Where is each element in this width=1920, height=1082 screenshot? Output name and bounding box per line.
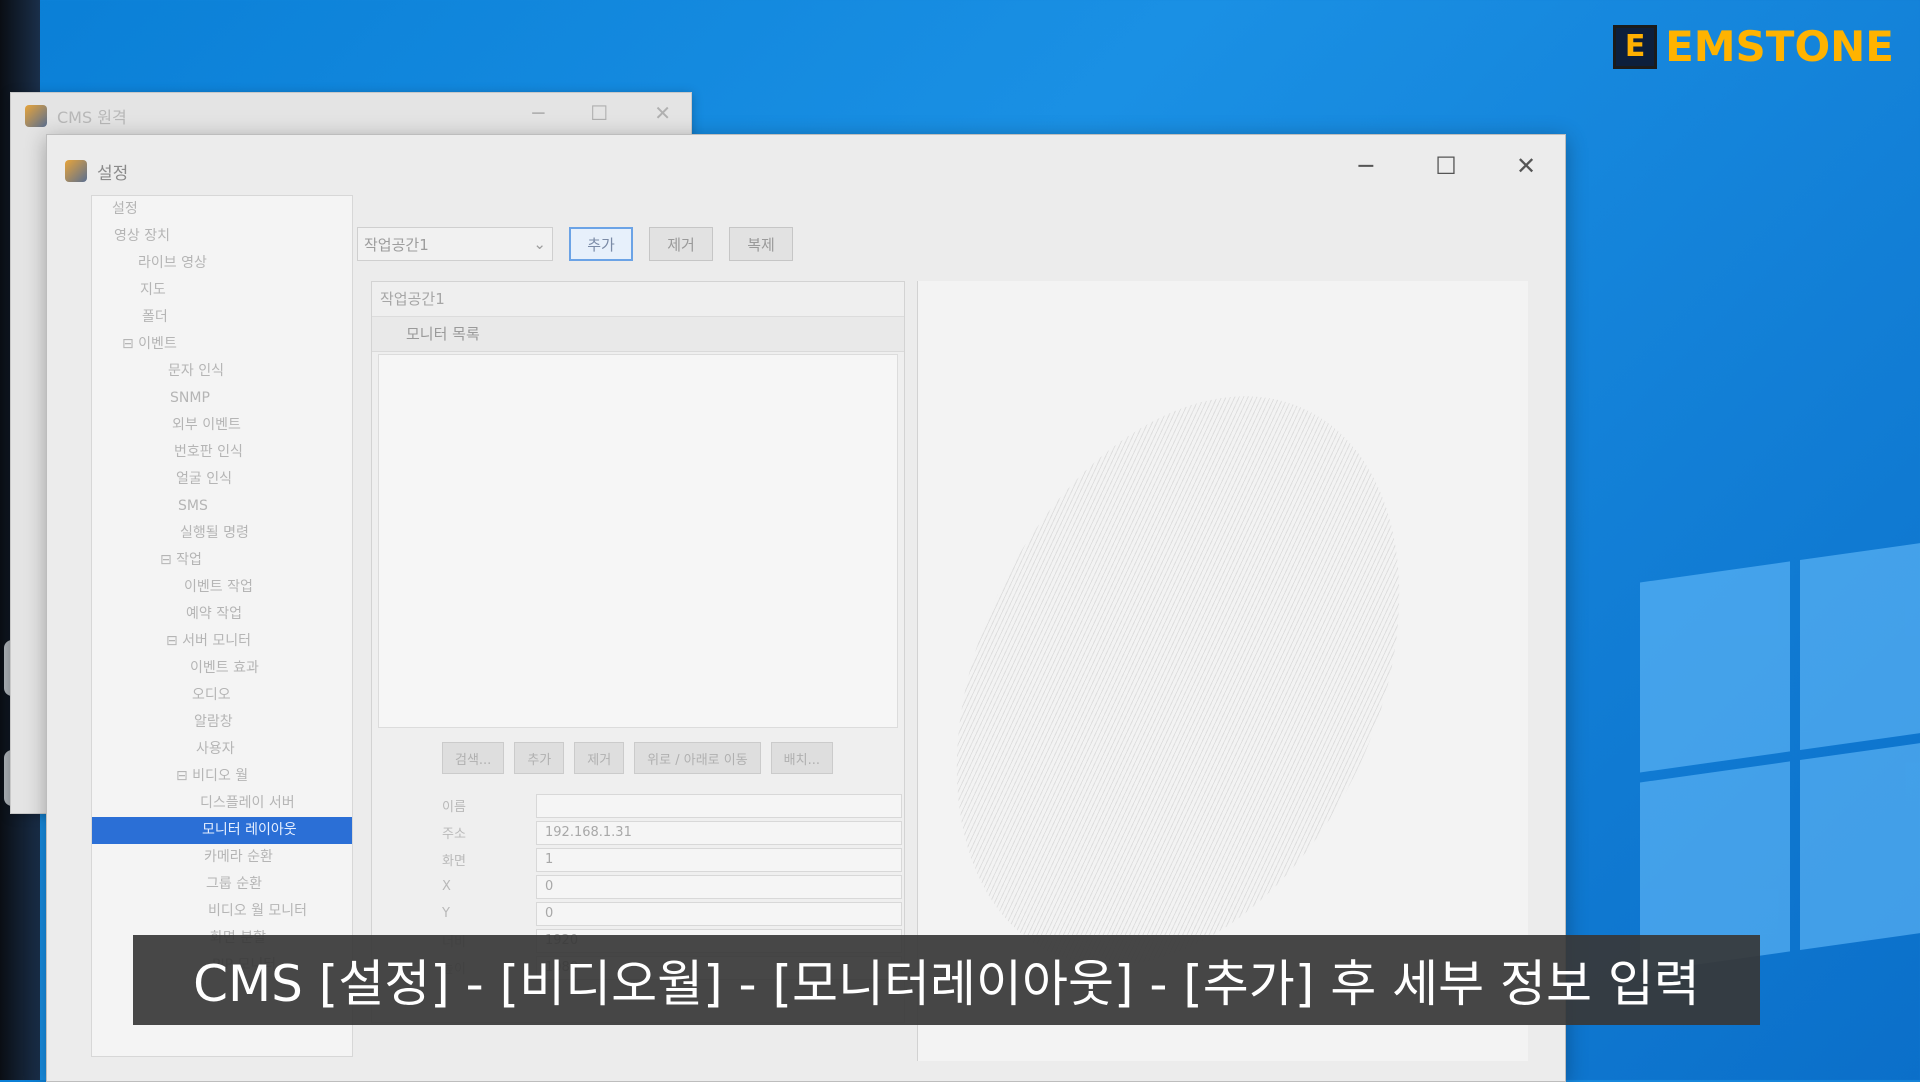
property-row: 주소 192.168.1.31 [442,819,902,846]
tree-item[interactable]: ⊟ 작업 [92,547,352,574]
tree-item[interactable]: 알람창 [92,709,352,736]
maximize-icon[interactable]: ☐ [590,101,608,125]
property-field[interactable]: 192.168.1.31 [536,820,902,845]
logo-text: EMSTONE [1665,22,1894,71]
tree-item[interactable]: 번호판 인식 [92,439,352,466]
tree-item[interactable]: 예약 작업 [92,601,352,628]
tree-item[interactable]: ⊟ 비디오 월 [92,763,352,790]
copy-button[interactable]: 복제 [729,227,793,261]
monitor-action-button[interactable]: 배치... [770,742,833,774]
property-label: Y [442,906,450,921]
monitor-action-button[interactable]: 제거 [574,742,625,774]
tree-item[interactable]: ⊟ 이벤트 [92,331,352,358]
workspace-header[interactable]: 작업공간1 [372,282,904,317]
property-row: X0 [442,873,902,900]
property-field[interactable]: 0 [536,874,902,899]
property-row: 이름 [442,792,902,819]
property-row: 화면 1 [442,846,902,873]
tree-item[interactable]: 외부 이벤트 [92,412,352,439]
monitor-list-node[interactable]: 모니터 목록 [372,317,904,352]
monitor-list[interactable] [378,354,898,728]
tree-item[interactable]: 폴더 [92,304,352,331]
app-icon [25,105,47,127]
tree-item[interactable]: 지도 [92,277,352,304]
property-label: 이름 [442,800,466,815]
close-icon[interactable]: ✕ [654,101,671,125]
workspace-panel: 작업공간1 모니터 목록 검색... 추가 제거 위로 / 아래로 이동 배치... 이… [371,281,905,1023]
property-field[interactable]: 1 [536,847,902,872]
logo-mark: E [1613,24,1658,69]
tree-item[interactable]: 카메라 순환 [92,844,352,871]
window-title: 설정 [97,163,129,184]
property-row: Y0 [442,900,902,927]
tree-item[interactable]: 문자 인식 [92,358,352,385]
emstone-logo: E EMSTONE [1613,22,1894,71]
minimize-button[interactable]: ─ [1351,151,1381,181]
property-label: 화면 [442,854,466,869]
tree-item[interactable]: 오디오 [92,682,352,709]
monitor-action-button[interactable]: 위로 / 아래로 이동 [634,742,761,774]
tree-item[interactable]: ⊟ 서버 모니터 [92,628,352,655]
screen-moire [918,324,1487,1038]
tree-item[interactable]: 설정 [92,196,352,223]
tree-item[interactable]: 그룹 순환 [92,871,352,898]
caption-bar: CMS [설정] - [비디오월] - [모니터레이아웃] - [추가] 후 세… [133,935,1760,1025]
tree-item[interactable]: 이벤트 효과 [92,655,352,682]
workspace-select-value: 작업공간1 [364,235,429,254]
monitor-action-button[interactable]: 검색... [442,742,505,774]
close-button[interactable]: ✕ [1511,151,1541,181]
property-field[interactable]: 0 [536,901,902,926]
minimize-icon[interactable]: ─ [532,101,544,125]
settings-tree: 설정 영상 장치 라이브 영상 지도 폴더 ⊟ 이벤트 문자 인식 SNMP 외부 이벤트 번호판… [91,195,353,1057]
tree-item[interactable]: 비디오 월 모니터 [92,898,352,925]
remove-button[interactable]: 제거 [649,227,713,261]
tree-item[interactable]: 얼굴 인식 [92,466,352,493]
monitor-actions: 검색... 추가 제거 위로 / 아래로 이동 배치... [442,742,833,774]
property-field[interactable] [536,793,902,818]
app-icon [65,160,87,182]
tree-item[interactable]: 실행될 명령 [92,520,352,547]
monitor-action-button[interactable]: 추가 [514,742,565,774]
property-label: X [442,879,451,894]
caption-text: CMS [설정] - [비디오월] - [모니터레이아웃] - [추가] 후 세… [193,955,1700,1013]
windows-logo-icon [1640,538,1920,1003]
tree-item-selected[interactable]: 모니터 레이아웃 [92,817,352,844]
chevron-down-icon: ⌄ [533,235,546,253]
tree-item[interactable]: 영상 장치 [92,223,352,250]
tree-item[interactable]: 디스플레이 서버 [92,790,352,817]
tree-item[interactable]: 사용자 [92,736,352,763]
toolbar: 작업공간1 ⌄ 추가 제거 복제 [357,227,793,261]
tree-item[interactable]: SNMP [92,385,352,412]
add-button[interactable]: 추가 [569,227,633,261]
tree-item[interactable]: 라이브 영상 [92,250,352,277]
maximize-button[interactable]: ☐ [1431,151,1461,181]
workspace-select[interactable]: 작업공간1 ⌄ [357,227,553,261]
property-label: 주소 [442,827,466,842]
tree-item[interactable]: SMS [92,493,352,520]
tree-item[interactable]: 이벤트 작업 [92,574,352,601]
background-window-title: CMS 원격 [57,108,127,127]
background-window-controls: ─ ☐ ✕ [532,101,671,125]
